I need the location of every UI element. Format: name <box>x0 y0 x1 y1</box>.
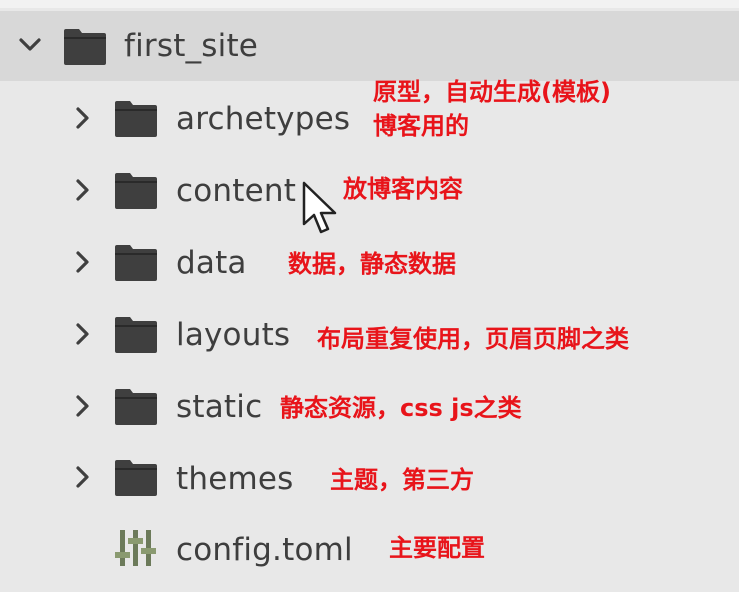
annotation-config: 主要配置 <box>389 534 485 562</box>
file-explorer-tree: first_site archetypes 原型，自动生成(模板) 博客用的 c… <box>0 0 739 592</box>
folder-icon <box>114 388 158 426</box>
tree-item-label[interactable]: layouts <box>176 316 290 354</box>
chevron-down-icon[interactable] <box>17 32 43 58</box>
folder-icon <box>114 244 158 282</box>
chevron-right-icon[interactable] <box>70 105 96 131</box>
tree-item-label[interactable]: content <box>176 172 296 210</box>
mouse-pointer-icon <box>301 180 343 236</box>
folder-icon <box>63 28 107 66</box>
tree-item-label[interactable]: data <box>176 244 247 282</box>
tree-item-data[interactable]: data 数据，静态数据 <box>0 228 739 298</box>
tree-item-config-toml[interactable]: config.toml 主要配置 <box>0 513 739 583</box>
chevron-right-icon[interactable] <box>70 464 96 490</box>
tree-item-content[interactable]: content 放博客内容 <box>0 156 739 226</box>
folder-icon <box>114 316 158 354</box>
annotation-archetypes: 原型，自动生成(模板) <box>373 78 611 106</box>
annotation-static: 静态资源，css js之类 <box>280 394 522 422</box>
folder-icon <box>114 459 158 497</box>
folder-icon <box>114 100 158 138</box>
tree-item-archetypes[interactable]: archetypes 原型，自动生成(模板) 博客用的 <box>0 78 739 154</box>
settings-file-icon <box>114 528 158 566</box>
tree-root-first-site[interactable]: first_site <box>0 11 739 81</box>
annotation-archetypes-line2: 博客用的 <box>373 112 469 140</box>
tree-root-label[interactable]: first_site <box>124 27 258 65</box>
chevron-right-icon[interactable] <box>70 393 96 419</box>
tree-item-label[interactable]: archetypes <box>176 100 350 138</box>
tree-item-label[interactable]: config.toml <box>176 531 353 569</box>
annotation-data: 数据，静态数据 <box>288 250 456 278</box>
chevron-right-icon[interactable] <box>70 249 96 275</box>
tree-item-layouts[interactable]: layouts 布局重复使用，页眉页脚之类 <box>0 300 739 370</box>
chevron-right-icon[interactable] <box>70 321 96 347</box>
chevron-right-icon[interactable] <box>70 177 96 203</box>
annotation-layouts: 布局重复使用，页眉页脚之类 <box>317 325 629 353</box>
folder-icon <box>114 172 158 210</box>
tree-item-label[interactable]: static <box>176 388 262 426</box>
annotation-themes: 主题，第三方 <box>330 466 474 494</box>
annotation-content: 放博客内容 <box>343 175 463 203</box>
tree-item-themes[interactable]: themes 主题，第三方 <box>0 443 739 513</box>
tree-item-static[interactable]: static 静态资源，css js之类 <box>0 372 739 442</box>
tree-item-label[interactable]: themes <box>176 460 294 498</box>
